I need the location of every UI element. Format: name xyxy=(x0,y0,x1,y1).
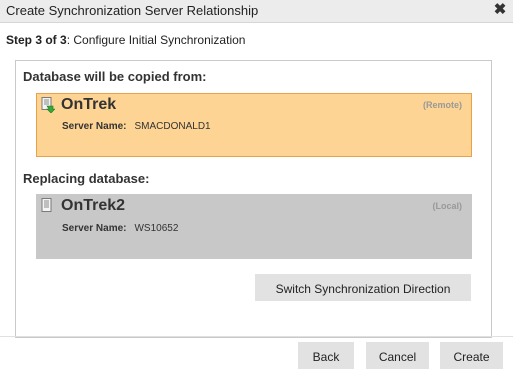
target-database-card: OnTrek2 (Local) Server Name: WS10652 xyxy=(36,194,472,259)
sync-panel: Database will be copied from: OnTrek (Re… xyxy=(15,60,492,338)
source-location-tag: (Remote) xyxy=(422,100,462,110)
cancel-button[interactable]: Cancel xyxy=(366,342,429,369)
close-icon[interactable]: ✖ xyxy=(492,1,508,19)
target-section-label: Replacing database: xyxy=(23,171,150,186)
database-icon xyxy=(41,198,52,212)
target-server-row: Server Name: WS10652 xyxy=(62,223,178,234)
target-location-tag: (Local) xyxy=(432,201,462,211)
database-sync-icon xyxy=(41,97,55,113)
source-server-name: SMACDONALD1 xyxy=(134,121,211,132)
step-description: : Configure Initial Synchronization xyxy=(66,33,246,47)
source-database-card: OnTrek (Remote) Server Name: SMACDONALD1 xyxy=(36,93,472,157)
source-database-name: OnTrek xyxy=(61,96,117,113)
target-server-label: Server Name: xyxy=(62,223,127,234)
switch-direction-button[interactable]: Switch Synchronization Direction xyxy=(255,274,471,301)
back-button[interactable]: Back xyxy=(298,342,354,369)
dialog-title: Create Synchronization Server Relationsh… xyxy=(6,3,259,18)
target-server-name: WS10652 xyxy=(134,223,179,234)
footer-divider xyxy=(0,336,513,337)
dialog-titlebar: Create Synchronization Server Relationsh… xyxy=(0,0,513,23)
source-server-row: Server Name: SMACDONALD1 xyxy=(62,121,211,132)
step-indicator: Step 3 of 3: Configure Initial Synchroni… xyxy=(6,33,245,47)
step-number: Step 3 of 3 xyxy=(6,33,67,47)
create-button[interactable]: Create xyxy=(440,342,503,369)
target-database-name: OnTrek2 xyxy=(61,197,126,214)
sync-relationship-dialog: Create Synchronization Server Relationsh… xyxy=(0,0,513,371)
source-server-label: Server Name: xyxy=(62,121,127,132)
source-section-label: Database will be copied from: xyxy=(23,69,207,84)
